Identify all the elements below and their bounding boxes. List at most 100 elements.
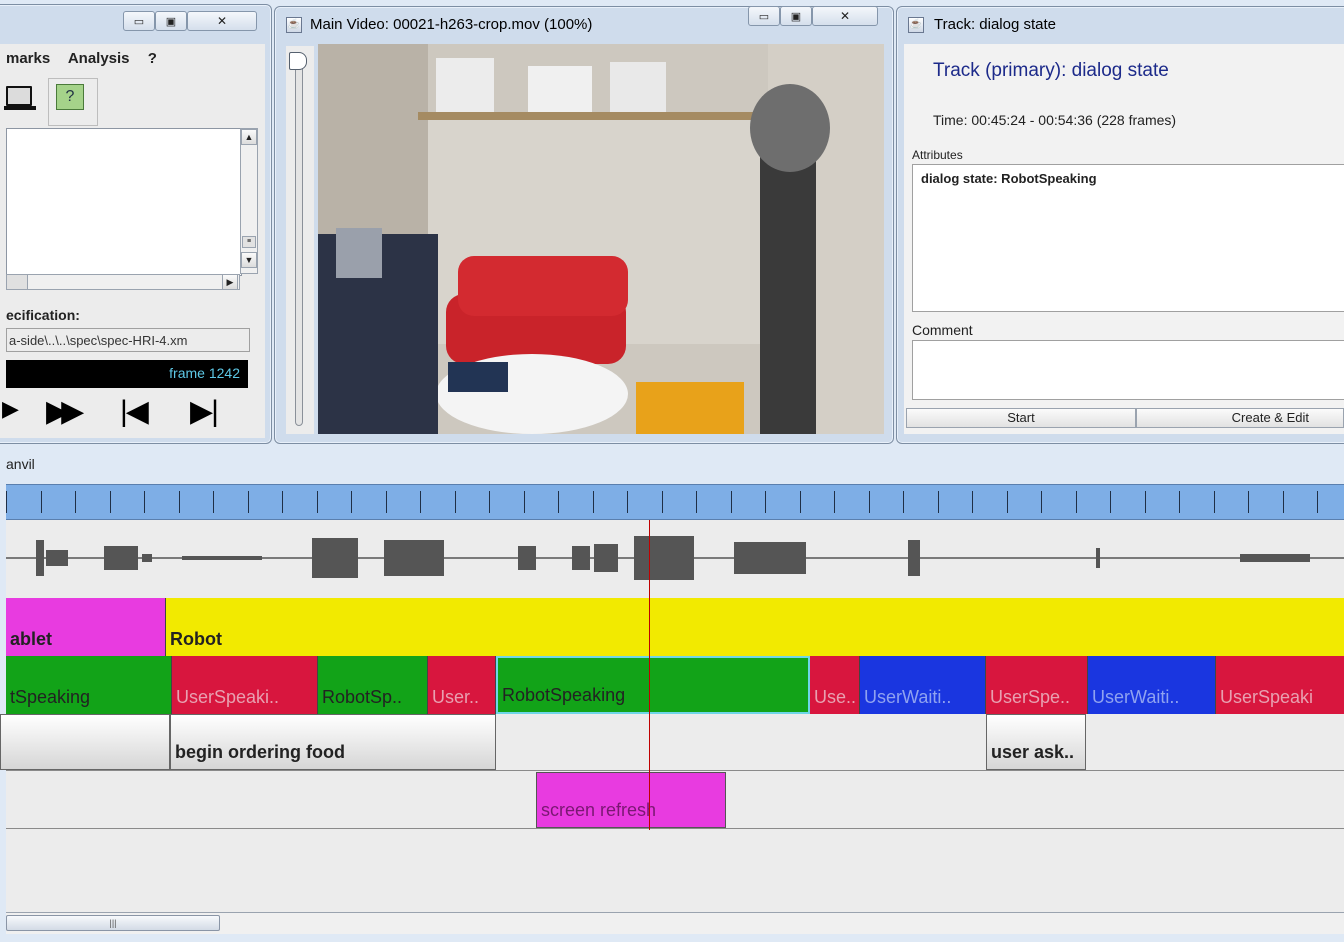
annotation-robot-speaking-selected[interactable]: RobotSpeaking bbox=[496, 656, 810, 714]
comment-box[interactable] bbox=[912, 340, 1344, 400]
annotation-robot-speaking[interactable]: tSpeaking bbox=[6, 656, 172, 714]
annotation-robot[interactable]: Robot bbox=[166, 598, 1344, 656]
horizontal-scroll-thumb[interactable] bbox=[6, 274, 28, 290]
fast-forward-button[interactable]: ▶▶ bbox=[46, 394, 84, 429]
play-button[interactable]: ▶ bbox=[2, 396, 19, 422]
scroll-down-arrow[interactable]: ▼ bbox=[241, 252, 257, 268]
annotation-robot-speaking[interactable]: RobotSp.. bbox=[318, 656, 428, 714]
ruler-tick bbox=[420, 491, 421, 513]
screen-track[interactable]: screen refresh bbox=[6, 772, 1344, 828]
step-forward-button[interactable]: ▶| bbox=[190, 394, 219, 429]
ruler-tick bbox=[75, 491, 76, 513]
waveform-lane[interactable] bbox=[6, 520, 1344, 598]
scroll-thumb-grip[interactable]: ≡ bbox=[242, 236, 256, 248]
ruler-tick bbox=[317, 491, 318, 513]
annotation-user-speaking[interactable]: UserSpeaki bbox=[1216, 656, 1344, 714]
video-slider-thumb[interactable] bbox=[289, 52, 307, 70]
audio-waveform bbox=[6, 536, 1344, 580]
minimize-button[interactable]: ▭ bbox=[748, 6, 780, 26]
marks-list[interactable] bbox=[6, 128, 242, 276]
annotation-previous-task[interactable] bbox=[0, 714, 170, 770]
minimize-button[interactable]: ▭ bbox=[123, 11, 155, 31]
track-heading: Track (primary): dialog state bbox=[933, 60, 1169, 81]
menu-help[interactable]: ? bbox=[148, 50, 157, 67]
frame-display: frame 1242 bbox=[6, 360, 248, 388]
ruler-tick bbox=[351, 491, 352, 513]
ruler-tick bbox=[696, 491, 697, 513]
video-scene bbox=[318, 44, 884, 434]
anvil-title: anvil bbox=[6, 456, 35, 472]
ruler-tick bbox=[972, 491, 973, 513]
maximize-button[interactable]: ▣ bbox=[155, 11, 187, 31]
ruler-tick bbox=[1110, 491, 1111, 513]
scroll-right-arrow[interactable]: ▶ bbox=[222, 274, 238, 290]
ruler-tick bbox=[282, 491, 283, 513]
ruler-tick bbox=[765, 491, 766, 513]
ruler-tick bbox=[834, 491, 835, 513]
playhead-line[interactable] bbox=[649, 520, 650, 830]
menu-marks[interactable]: marks bbox=[6, 50, 50, 67]
frame-counter: frame 1242 bbox=[169, 365, 240, 381]
start-button[interactable]: Start bbox=[906, 408, 1136, 428]
ruler-tick bbox=[593, 491, 594, 513]
ruler-tick bbox=[110, 491, 111, 513]
comment-label: Comment bbox=[912, 322, 973, 338]
monitor-icon[interactable] bbox=[6, 86, 32, 106]
ruler-tick bbox=[455, 491, 456, 513]
ruler-tick bbox=[386, 491, 387, 513]
ruler-tick bbox=[938, 491, 939, 513]
time-ruler[interactable] bbox=[6, 484, 1344, 520]
ruler-tick bbox=[1248, 491, 1249, 513]
ruler-tick bbox=[627, 491, 628, 513]
ruler-tick bbox=[524, 491, 525, 513]
ruler-tick bbox=[1179, 491, 1180, 513]
track-time: Time: 00:45:24 - 00:54:36 (228 frames) bbox=[933, 112, 1177, 128]
video-slider-groove bbox=[295, 60, 303, 426]
java-icon: ☕ bbox=[286, 17, 302, 33]
ruler-tick bbox=[558, 491, 559, 513]
maximize-button[interactable]: ▣ bbox=[780, 6, 812, 26]
ruler-tick bbox=[248, 491, 249, 513]
ruler-tick bbox=[1076, 491, 1077, 513]
video-window-title: Main Video: 00021-h263-crop.mov (100%) bbox=[310, 16, 593, 33]
annotation-tablet[interactable]: ablet bbox=[6, 598, 166, 656]
annotation-user-speaking[interactable]: UserSpeaki.. bbox=[172, 656, 318, 714]
ruler-tick bbox=[1317, 491, 1318, 513]
annotation-user-speaking[interactable]: UserSpe.. bbox=[986, 656, 1088, 714]
menu-analysis[interactable]: Analysis bbox=[68, 50, 130, 67]
scroll-up-arrow[interactable]: ▲ bbox=[241, 129, 257, 145]
attribute-value: dialog state: RobotSpeaking bbox=[921, 171, 1097, 186]
annotation-begin-ordering-food[interactable]: begin ordering food bbox=[170, 714, 496, 770]
specification-path: a-side\..\..\spec\spec-HRI-4.xm bbox=[6, 328, 250, 352]
step-back-button[interactable]: |◀ bbox=[120, 394, 149, 429]
annotation-user-speaking[interactable]: User.. bbox=[428, 656, 496, 714]
annotation-user-waiting[interactable]: UserWaiti.. bbox=[860, 656, 986, 714]
ruler-tick bbox=[662, 491, 663, 513]
ruler-tick bbox=[1145, 491, 1146, 513]
timeline-horizontal-scrollbar[interactable]: ||| bbox=[6, 912, 1344, 934]
dialog-state-track[interactable]: tSpeaking UserSpeaki.. RobotSp.. User.. … bbox=[6, 656, 1344, 714]
java-icon: ☕ bbox=[908, 17, 924, 33]
video-frame[interactable] bbox=[318, 44, 884, 434]
close-button[interactable]: ✕ bbox=[187, 11, 257, 31]
close-button[interactable]: ✕ bbox=[812, 6, 878, 26]
ruler-tick bbox=[144, 491, 145, 513]
ruler-tick bbox=[489, 491, 490, 513]
create-edit-button[interactable]: Create & Edit bbox=[1136, 408, 1344, 428]
specification-label: ecification: bbox=[6, 307, 80, 323]
annotation-screen-refresh[interactable]: screen refresh bbox=[536, 772, 726, 828]
focus-track[interactable]: ablet Robot bbox=[6, 598, 1344, 656]
toolbar-button-frame bbox=[48, 78, 98, 126]
attributes-box[interactable]: dialog state: RobotSpeaking bbox=[912, 164, 1344, 312]
timeline-scroll-thumb[interactable]: ||| bbox=[6, 915, 220, 931]
ruler-tick bbox=[731, 491, 732, 513]
menu-bar: marks Analysis ? bbox=[6, 50, 171, 67]
annotation-user-waiting[interactable]: UserWaiti.. bbox=[1088, 656, 1216, 714]
ruler-tick bbox=[1041, 491, 1042, 513]
horizontal-scrollbar[interactable] bbox=[6, 274, 240, 290]
annotation-user-ask[interactable]: user ask.. bbox=[986, 714, 1086, 770]
ruler-tick bbox=[903, 491, 904, 513]
task-track[interactable]: begin ordering food user ask.. bbox=[0, 714, 1344, 770]
annotation-user-speaking[interactable]: Use.. bbox=[810, 656, 860, 714]
ruler-tick bbox=[1007, 491, 1008, 513]
